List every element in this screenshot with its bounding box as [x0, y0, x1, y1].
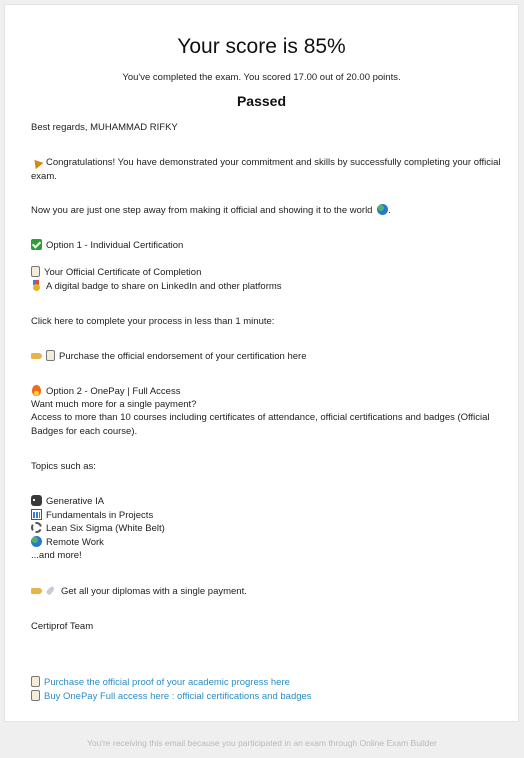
robot-icon [31, 495, 44, 506]
purchase-endorsement: Purchase the official endorsement of you… [31, 350, 501, 364]
signature: Certiprof Team [31, 621, 94, 632]
topic-item: Fundamentals in Projects [31, 509, 501, 523]
one-step-text: Now you are just one step away from maki… [31, 205, 373, 216]
option2-line2: Access to more than 10 courses including… [31, 412, 490, 437]
purchase-proof-link[interactable]: Purchase the official proof of your acad… [44, 677, 290, 688]
topic-item: Generative IA [31, 495, 501, 509]
scroll-icon [31, 676, 40, 687]
email-card: Your score is 85% You've completed the e… [4, 4, 519, 722]
diplomas-line: Get all your diplomas with a single paym… [31, 585, 501, 599]
onepay-link[interactable]: Buy OnePay Full access here : official c… [44, 691, 312, 702]
pointing-hand-icon [31, 585, 42, 596]
rocket-icon [46, 585, 57, 596]
footer-note: You're receiving this email because you … [86, 738, 437, 748]
link-row-2: Buy OnePay Full access here : official c… [31, 690, 501, 704]
option2-title: Option 2 - OnePay | Full Access [31, 385, 501, 399]
option1-item-badge: A digital badge to share on LinkedIn and… [31, 280, 501, 294]
scroll-icon [31, 690, 40, 701]
and-more: ...and more! [31, 550, 82, 561]
pass-status: Passed [236, 93, 287, 109]
scroll-icon [46, 350, 55, 361]
medal-icon [31, 280, 42, 291]
globe-icon [377, 204, 389, 215]
score-title: Your score is 85% [177, 35, 346, 58]
pointing-hand-icon [31, 350, 42, 361]
topics-intro: Topics such as: [31, 461, 96, 472]
option1-title: Option 1 - Individual Certification [31, 239, 501, 253]
score-subtitle: You've completed the exam. You scored 17… [122, 72, 401, 83]
one-step-paragraph: Now you are just one step away from maki… [31, 204, 391, 216]
congrats-text: Congratulations! You have demonstrated y… [31, 157, 501, 182]
party-popper-icon [31, 156, 42, 167]
fire-icon [31, 385, 42, 396]
option2-line1: Want much more for a single payment? [31, 399, 197, 410]
link-row-1: Purchase the official proof of your acad… [31, 676, 501, 690]
check-mark-icon [31, 239, 42, 250]
bar-chart-icon [31, 509, 42, 520]
greeting: Best regards, MUHAMMAD RIFKY [31, 122, 178, 133]
scroll-icon [31, 266, 40, 277]
topic-item: Remote Work [31, 536, 501, 550]
gear-icon [31, 522, 42, 533]
congrats-paragraph: Congratulations! You have demonstrated y… [31, 156, 501, 183]
topic-item: Lean Six Sigma (White Belt) [31, 522, 501, 536]
click-here-text: Click here to complete your process in l… [31, 316, 275, 327]
globe-icon [31, 536, 42, 547]
option1-item-certificate: Your Official Certificate of Completion [31, 266, 501, 280]
